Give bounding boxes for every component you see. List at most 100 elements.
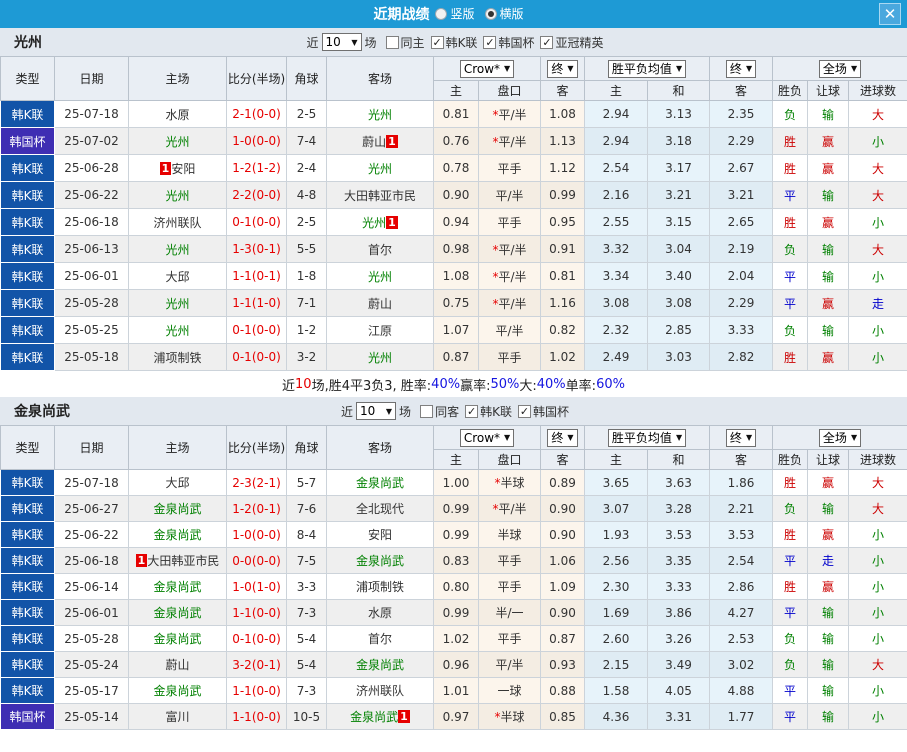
checkbox-label: 韩K联 — [480, 404, 512, 419]
scope-select[interactable]: 全场 ▼ — [818, 59, 862, 78]
corner-cell: 7-4 — [286, 127, 327, 155]
avg-home-cell: 3.34 — [584, 262, 648, 290]
handicap-result-cell: 赢 — [807, 127, 850, 155]
matches-label: 场 — [399, 404, 412, 419]
col-header-home: 主场 — [128, 425, 227, 470]
red-card-badge: 1 — [135, 554, 148, 567]
col-header-score: 比分(半场) — [226, 56, 287, 101]
team-label: 光州 — [367, 350, 392, 365]
corner-cell: 3-3 — [286, 573, 327, 600]
avg-away-cell: 4.27 — [709, 599, 774, 626]
away-team-cell: 光州 — [326, 262, 434, 290]
avg-home-cell: 2.15 — [584, 651, 648, 678]
avg-draw-cell: 3.40 — [646, 262, 711, 290]
avg-away-cell: 3.33 — [709, 316, 774, 344]
recent-count-select[interactable]: 10 ▼ — [356, 402, 397, 420]
red-card-badge: 1 — [398, 710, 410, 723]
filter-checkbox-韩K联[interactable]: ✓ 韩K联 — [430, 34, 477, 51]
avg-away-cell: 1.77 — [709, 703, 774, 730]
avg-select[interactable]: 胜平负均值 ▼ — [607, 59, 687, 78]
score-cell: 0-1(0-0) — [226, 208, 287, 236]
recent-count-value: 10 — [360, 404, 376, 418]
scope-select-cell: 全场 ▼ — [772, 56, 907, 81]
avg-select-cell: 胜平负均值 ▼ — [583, 56, 711, 81]
handicap-result-cell: 赢 — [807, 154, 850, 182]
summary-text: 大: — [519, 378, 537, 394]
result-cell: 胜 — [772, 469, 809, 496]
avg-select-value: 胜平负均值 — [611, 431, 672, 445]
col-header-type: 类型 — [0, 425, 55, 470]
avg-away-cell: 2.19 — [709, 235, 774, 263]
avg-select[interactable]: 胜平负均值 ▼ — [607, 428, 687, 447]
result-cell: 平 — [772, 181, 809, 209]
chevron-down-icon: ▼ — [745, 64, 753, 73]
handicap-cell: *平/半 — [478, 235, 541, 263]
subcol-header-avg-home: 主 — [584, 80, 648, 101]
filter-checkbox-同主[interactable]: 同主 — [385, 34, 425, 51]
team-label: 金泉尚武 — [153, 632, 202, 646]
handicap-result-cell: 赢 — [807, 289, 850, 317]
team-label: 光州 — [367, 161, 392, 176]
filter-checkbox-韩国杯[interactable]: ✓ 韩国杯 — [483, 34, 534, 51]
filter-checkbox-韩国杯[interactable]: ✓ 韩国杯 — [517, 403, 569, 420]
final-avg-select[interactable]: 终 ▼ — [725, 59, 757, 78]
league-badge: 韩K联 — [0, 181, 55, 209]
goals-result-cell: 小 — [848, 573, 907, 600]
final-odds-select[interactable]: 终 ▼ — [547, 59, 578, 78]
league-badge: 韩K联 — [0, 316, 55, 344]
table-row: 韩K联 25-06-01 金泉尚武 1-1(0-0) 7-3 水原 0.99 半/一 0.90 1… — [0, 599, 907, 626]
bookmaker-select[interactable]: Crow* ▼ — [459, 428, 515, 447]
avg-draw-cell: 3.31 — [646, 703, 711, 730]
final-avg-select-cell: 终 ▼ — [709, 56, 774, 81]
avg-draw-cell: 3.04 — [646, 235, 711, 263]
away-odds-cell: 0.91 — [540, 235, 585, 263]
handicap-result-cell: 赢 — [807, 208, 850, 236]
subcol-header-result: 胜负 — [772, 80, 809, 101]
asterisk-marker: * — [492, 134, 499, 149]
close-button[interactable]: ✕ — [879, 3, 901, 25]
layout-radio-横版[interactable]: 横版 — [484, 5, 524, 22]
summary-bar: 近 10 场,胜4平3负3, 胜率: 40% 赢率: 50% 大: 40% 单率: 60% — [0, 371, 907, 397]
handicap-result-cell: 输 — [807, 703, 850, 730]
home-team-cell: 大邱 — [128, 469, 227, 496]
date-cell: 25-06-22 — [54, 181, 129, 209]
home-odds-cell: 0.98 — [433, 235, 479, 263]
away-odds-cell: 0.95 — [540, 208, 585, 236]
date-cell: 25-06-13 — [54, 235, 129, 263]
table-row: 韩K联 25-06-18 1 大田韩亚市民 0-0(0-0) 7-5 金泉尚武 0.83 平手 1… — [0, 547, 907, 574]
home-odds-cell: 0.80 — [433, 573, 479, 600]
filter-checkbox-同客[interactable]: 同客 — [420, 403, 459, 420]
avg-away-cell: 2.29 — [709, 127, 774, 155]
near-label: 近 — [341, 404, 354, 419]
subcol-header-avg-draw: 和 — [646, 80, 711, 101]
handicap-result-cell: 输 — [807, 100, 850, 128]
team-label: 金泉尚武 — [355, 476, 404, 490]
checkbox-icon — [385, 35, 399, 49]
avg-draw-cell: 3.18 — [646, 127, 711, 155]
team-label: 蔚山 — [165, 658, 190, 672]
scope-select-cell: 全场 ▼ — [772, 425, 907, 450]
score-cell: 0-1(0-0) — [226, 625, 287, 652]
recent-count-select[interactable]: 10 ▼ — [321, 33, 362, 51]
date-cell: 25-07-18 — [54, 469, 129, 496]
checkbox-icon — [420, 404, 434, 418]
final-avg-select-value: 终 — [729, 431, 742, 445]
score-cell: 1-1(0-0) — [226, 599, 287, 626]
table-row: 韩国杯 25-07-02 光州 1-0(0-0) 7-4 蔚山 1 0.76 *平/半 1.13 2… — [0, 127, 907, 155]
bookmaker-select[interactable]: Crow* ▼ — [459, 59, 515, 78]
away-team-cell: 金泉尚武 — [326, 651, 434, 678]
home-team-cell: 光州 — [128, 127, 227, 155]
layout-radio-竖版[interactable]: 竖版 — [435, 5, 475, 22]
away-team-cell: 大田韩亚市民 — [326, 181, 434, 209]
handicap-cell: 半/一 — [478, 599, 541, 626]
corner-cell: 4-8 — [286, 181, 327, 209]
home-odds-cell: 0.87 — [433, 343, 479, 371]
league-badge: 韩K联 — [0, 208, 55, 236]
home-team-cell: 济州联队 — [128, 208, 227, 236]
final-avg-select[interactable]: 终 ▼ — [725, 428, 757, 447]
handicap-cell: *平/半 — [478, 127, 541, 155]
final-odds-select[interactable]: 终 ▼ — [547, 428, 578, 447]
filter-checkbox-韩K联[interactable]: ✓ 韩K联 — [465, 403, 512, 420]
scope-select[interactable]: 全场 ▼ — [818, 428, 862, 447]
filter-checkbox-亚冠精英[interactable]: ✓ 亚冠精英 — [540, 34, 603, 51]
